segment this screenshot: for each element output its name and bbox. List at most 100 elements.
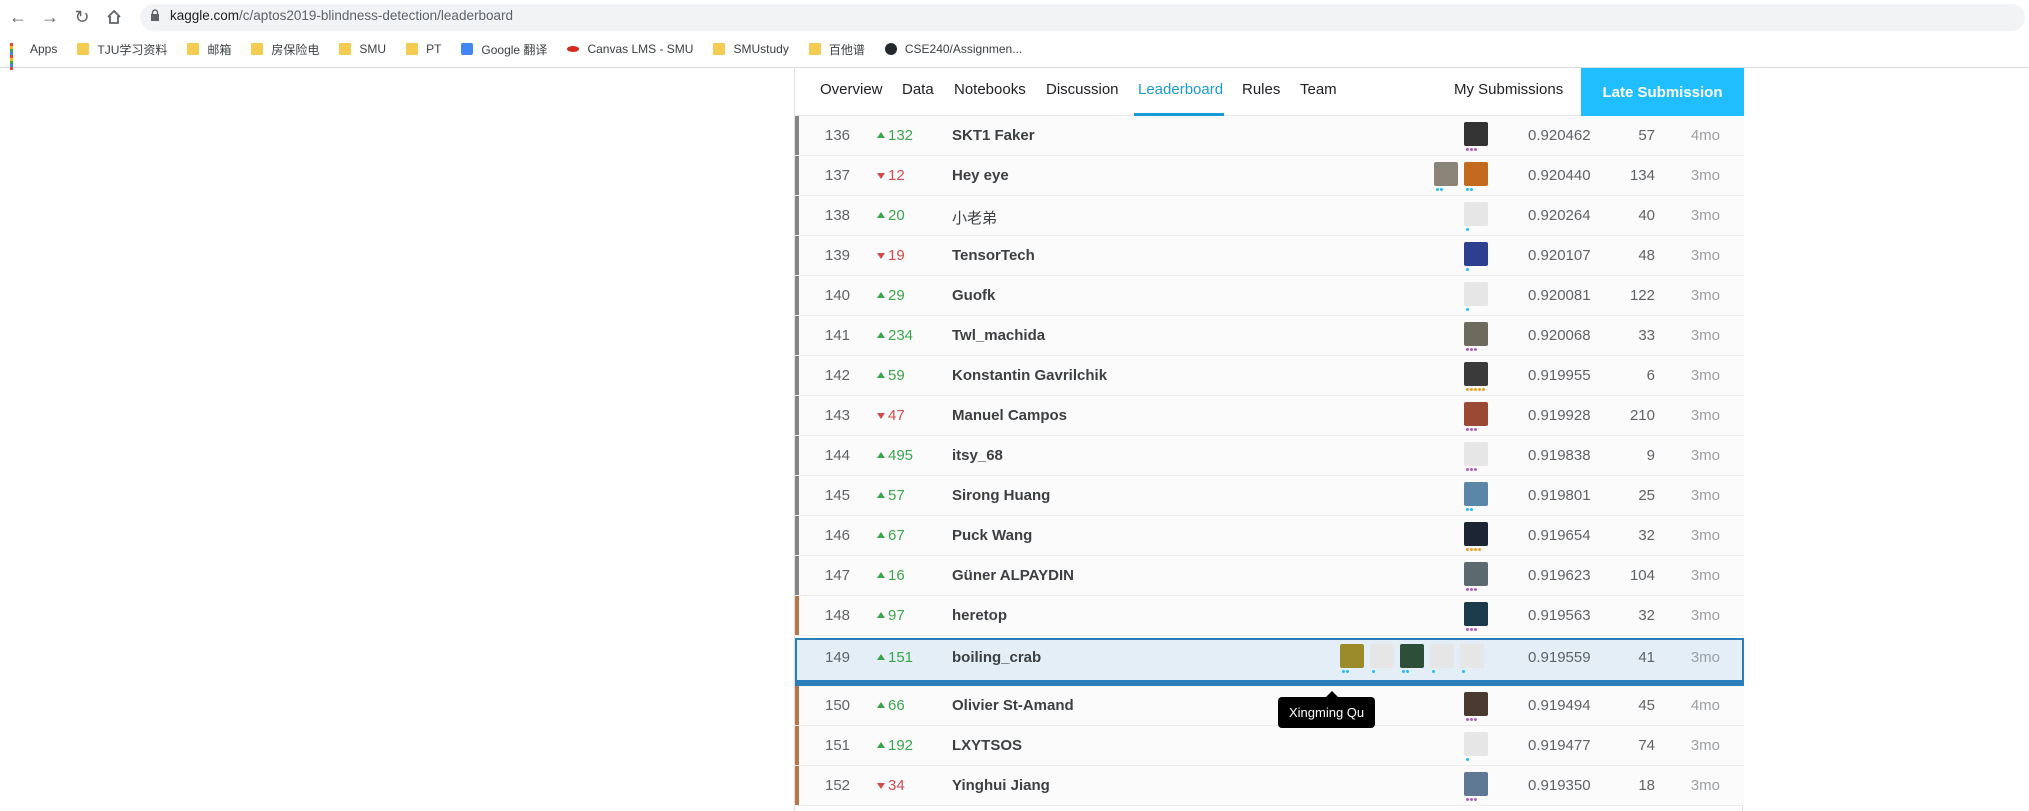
team-name[interactable]: TensorTech xyxy=(952,247,1035,264)
rank-change: 16 xyxy=(877,567,937,584)
avatar[interactable] xyxy=(1464,732,1488,761)
arrow-up-icon xyxy=(877,612,885,618)
rank-change-value: 34 xyxy=(888,777,905,794)
tab-rules[interactable]: Rules xyxy=(1242,81,1280,98)
table-row[interactable]: 147 16 Güner ALPAYDIN 0.919623 104 3mo xyxy=(795,556,1744,596)
tab-team[interactable]: Team xyxy=(1300,81,1337,98)
tier-dots xyxy=(1466,588,1477,591)
team-name[interactable]: Manuel Campos xyxy=(952,407,1067,424)
avatar[interactable] xyxy=(1434,162,1458,191)
table-row[interactable]: 144 495 itsy_68 0.919838 9 3mo xyxy=(795,436,1744,476)
avatar[interactable] xyxy=(1464,402,1488,431)
bookmark-item[interactable]: 百他谱 xyxy=(808,41,865,58)
bookmark-item[interactable]: 邮箱 xyxy=(187,41,231,58)
avatar[interactable] xyxy=(1464,562,1488,591)
avatar[interactable] xyxy=(1464,242,1488,271)
table-row[interactable]: 137 12 Hey eye 0.920440 134 3mo xyxy=(795,156,1744,196)
table-row[interactable]: 139 19 TensorTech 0.920107 48 3mo xyxy=(795,236,1744,276)
back-icon[interactable]: ← xyxy=(6,5,30,29)
team-name[interactable]: Twl_machida xyxy=(952,327,1045,344)
tab-notebooks[interactable]: Notebooks xyxy=(954,81,1026,98)
avatar[interactable] xyxy=(1464,602,1488,631)
team-name[interactable]: LXYTSOS xyxy=(952,737,1022,754)
bookmark-item[interactable]: PT xyxy=(406,42,441,56)
table-row[interactable]: 145 57 Sirong Huang 0.919801 25 3mo xyxy=(795,476,1744,516)
bookmark-item[interactable]: SMU xyxy=(339,42,386,56)
team-name[interactable]: SKT1 Faker xyxy=(952,127,1035,144)
avatar[interactable] xyxy=(1400,644,1424,673)
team-name[interactable]: Güner ALPAYDIN xyxy=(952,567,1074,584)
avatar[interactable] xyxy=(1430,644,1454,673)
rank-change-value: 47 xyxy=(888,407,905,424)
last-submission: 3mo xyxy=(1690,737,1720,754)
bookmark-item[interactable]: CSE240/Assignmen... xyxy=(884,42,1022,56)
team-name[interactable]: 小老弟 xyxy=(952,207,997,228)
entries-count: 9 xyxy=(1646,447,1655,464)
github-icon xyxy=(884,43,897,55)
url-text[interactable]: kaggle.com/c/aptos2019-blindness-detecti… xyxy=(170,8,513,23)
avatar[interactable] xyxy=(1464,772,1488,801)
tab-discussion[interactable]: Discussion xyxy=(1046,81,1119,98)
table-row[interactable]: 152 34 Yinghui Jiang 0.919350 18 3mo xyxy=(795,766,1744,806)
reload-icon[interactable]: ↻ xyxy=(70,5,94,29)
table-row[interactable]: 150 66 Olivier St-Amand 0.919494 45 4mo xyxy=(795,686,1744,726)
table-row[interactable]: 138 20 小老弟 0.920264 40 3mo xyxy=(795,196,1744,236)
avatar[interactable] xyxy=(1464,162,1488,191)
tab-data[interactable]: Data xyxy=(902,81,934,98)
tab-leaderboard[interactable]: Leaderboard xyxy=(1138,81,1223,98)
rank-change-value: 16 xyxy=(888,567,905,584)
team-name[interactable]: Guofk xyxy=(952,287,995,304)
table-row[interactable]: 142 59 Konstantin Gavrilchik 0.919955 6 3mo xyxy=(795,356,1744,396)
table-row[interactable]: 148 97 heretop 0.919563 32 3mo xyxy=(795,596,1744,636)
tier-dots xyxy=(1342,670,1349,673)
table-row[interactable]: 146 67 Puck Wang 0.919654 32 3mo xyxy=(795,516,1744,556)
avatar[interactable] xyxy=(1464,202,1488,231)
tab-overview[interactable]: Overview xyxy=(820,81,883,98)
team-name[interactable]: itsy_68 xyxy=(952,447,1003,464)
entries-count: 134 xyxy=(1629,167,1655,184)
folder-icon xyxy=(339,43,352,55)
table-row-current-team[interactable]: 149 151 boiling_crab 0.919559 41 3mo xyxy=(795,638,1744,686)
table-row[interactable]: 143 47 Manuel Campos 0.919928 210 3mo xyxy=(795,396,1744,436)
bookmark-item[interactable]: Google 翻译 xyxy=(461,41,547,58)
tier-dots xyxy=(1466,308,1469,311)
team-name[interactable]: Yinghui Jiang xyxy=(952,777,1050,794)
table-row[interactable]: 141 234 Twl_machida 0.920068 33 3mo xyxy=(795,316,1744,356)
forward-icon[interactable]: → xyxy=(38,5,62,29)
team-name[interactable]: Puck Wang xyxy=(952,527,1032,544)
rank-change-value: 132 xyxy=(888,127,914,144)
table-row[interactable]: 151 192 LXYTSOS 0.919477 74 3mo xyxy=(795,726,1744,766)
avatar[interactable] xyxy=(1464,692,1488,721)
table-row[interactable]: 136 132 SKT1 Faker 0.920462 57 4mo xyxy=(795,116,1744,156)
bookmark-item[interactable]: TJU学习资料 xyxy=(77,41,167,58)
avatar[interactable] xyxy=(1464,442,1488,471)
avatar[interactable] xyxy=(1464,322,1488,351)
avatar[interactable] xyxy=(1464,522,1488,551)
table-row[interactable]: 140 29 Guofk 0.920081 122 3mo xyxy=(795,276,1744,316)
team-members xyxy=(1464,732,1488,761)
late-submission-button[interactable]: Late Submission xyxy=(1581,68,1744,116)
team-name[interactable]: Hey eye xyxy=(952,167,1009,184)
avatar[interactable] xyxy=(1464,482,1488,511)
folder-icon xyxy=(251,43,264,55)
team-name[interactable]: boiling_crab xyxy=(952,649,1041,666)
avatar[interactable] xyxy=(1460,644,1484,673)
avatar[interactable] xyxy=(1464,282,1488,311)
team-name[interactable]: heretop xyxy=(952,607,1007,624)
avatar[interactable] xyxy=(1370,644,1394,673)
avatar[interactable] xyxy=(1340,644,1364,673)
home-icon[interactable] xyxy=(102,5,126,29)
team-name[interactable]: Sirong Huang xyxy=(952,487,1050,504)
team-members xyxy=(1464,602,1488,631)
rank-change-value: 20 xyxy=(888,207,905,224)
my-submissions-link[interactable]: My Submissions xyxy=(1454,81,1563,98)
bookmark-item[interactable]: Canvas LMS - SMU xyxy=(567,42,693,56)
team-name[interactable]: Olivier St-Amand xyxy=(952,697,1074,714)
avatar[interactable] xyxy=(1464,362,1488,391)
bookmark-item[interactable]: Apps xyxy=(10,42,57,70)
bookmark-item[interactable]: 房保险电 xyxy=(251,41,319,58)
team-name[interactable]: Konstantin Gavrilchik xyxy=(952,367,1107,384)
score: 0.919623 xyxy=(1528,567,1591,584)
avatar[interactable] xyxy=(1464,122,1488,151)
bookmark-item[interactable]: SMUstudy xyxy=(713,42,789,56)
